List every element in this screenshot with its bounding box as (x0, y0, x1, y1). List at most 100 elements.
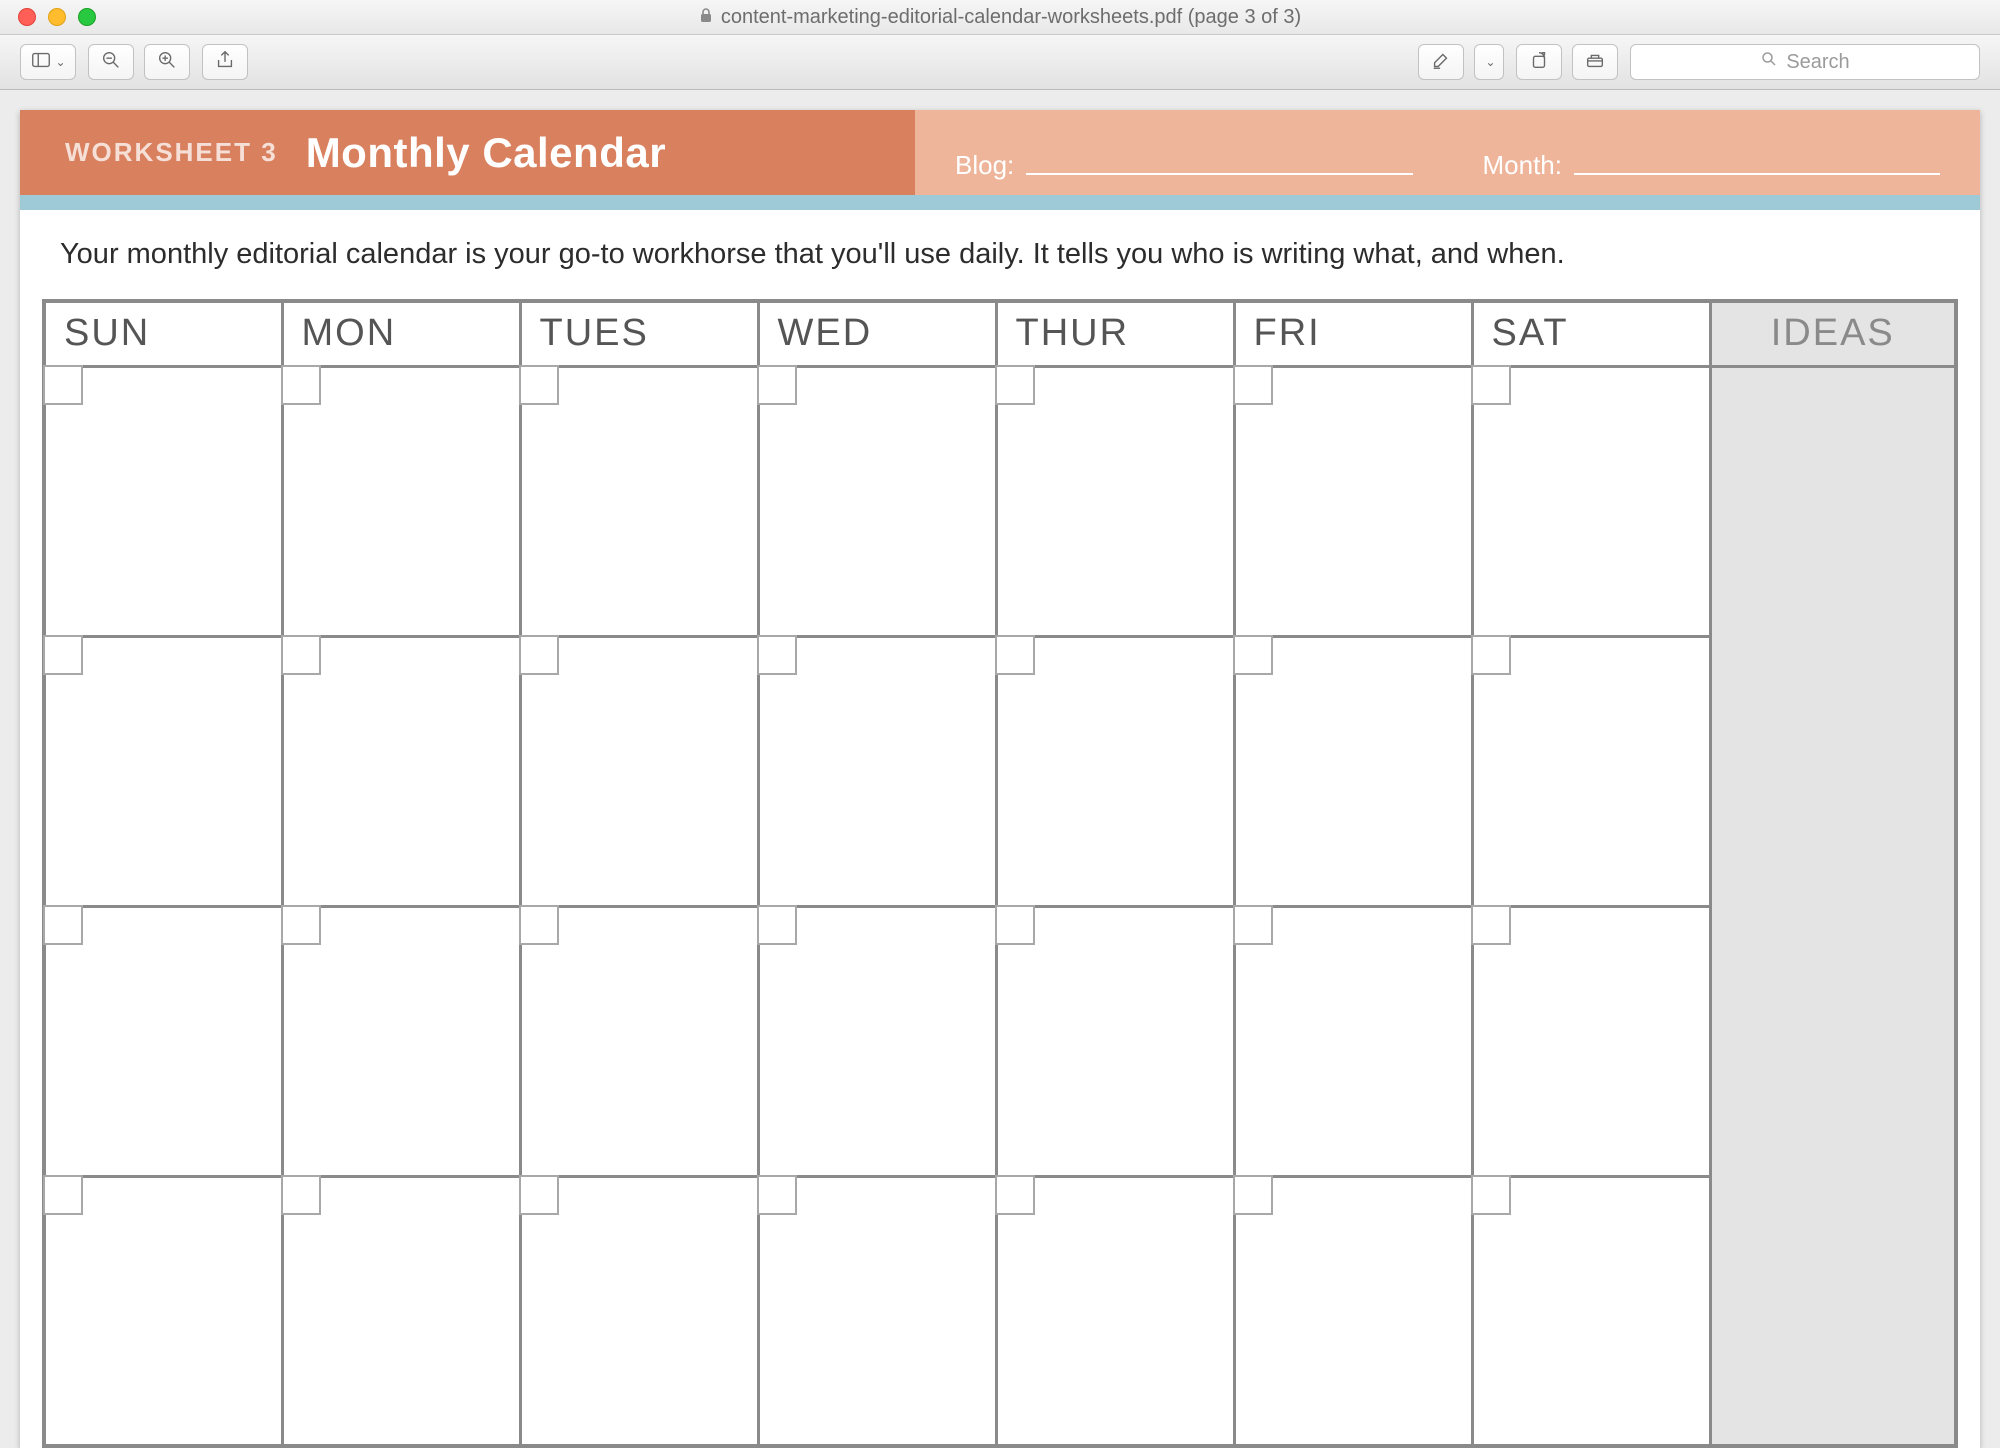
calendar-wrapper: SUN MON TUES WED THUR FRI SAT IDEAS (20, 299, 1980, 1448)
date-number-box (43, 365, 83, 405)
month-label: Month: (1483, 150, 1563, 181)
search-placeholder: Search (1786, 51, 1849, 74)
day-header: THUR (996, 301, 1234, 366)
page-title: Monthly Calendar (306, 129, 666, 177)
calendar-cell (520, 636, 758, 906)
calendar-row (44, 366, 1956, 636)
window-titlebar: content-marketing-editorial-calendar-wor… (0, 0, 2000, 35)
calendar-cell (1234, 636, 1472, 906)
calendar-cell (282, 366, 520, 636)
calendar-cell (1234, 906, 1472, 1176)
calendar-cell (996, 906, 1234, 1176)
month-field: Month: (1483, 150, 1941, 181)
calendar-body (44, 366, 1956, 1446)
calendar-cell (1472, 906, 1710, 1176)
search-icon (1760, 50, 1778, 74)
day-header: SAT (1472, 301, 1710, 366)
date-number-box (1233, 1175, 1273, 1215)
document-viewport[interactable]: WORKSHEET 3 Monthly Calendar Blog: Month… (0, 90, 2000, 1448)
worksheet-label: WORKSHEET 3 (65, 137, 278, 168)
calendar-grid: SUN MON TUES WED THUR FRI SAT IDEAS (42, 299, 1958, 1448)
calendar-cell (758, 906, 996, 1176)
day-header: WED (758, 301, 996, 366)
window-title-text: content-marketing-editorial-calendar-wor… (721, 6, 1301, 29)
fullscreen-window-button[interactable] (78, 8, 96, 26)
zoom-in-icon (156, 49, 178, 76)
search-input[interactable]: Search (1630, 44, 1980, 80)
rotate-button[interactable] (1516, 44, 1562, 80)
calendar-header-row: SUN MON TUES WED THUR FRI SAT IDEAS (44, 301, 1956, 366)
date-number-box (43, 1175, 83, 1215)
zoom-in-button[interactable] (144, 44, 190, 80)
minimize-window-button[interactable] (48, 8, 66, 26)
date-number-box (519, 1175, 559, 1215)
page-description: Your monthly editorial calendar is your … (20, 210, 1980, 299)
date-number-box (995, 365, 1035, 405)
toolbox-icon (1584, 49, 1606, 76)
date-number-box (995, 905, 1035, 945)
date-number-box (519, 635, 559, 675)
date-number-box (1233, 905, 1273, 945)
calendar-cell (758, 636, 996, 906)
date-number-box (1471, 635, 1511, 675)
close-window-button[interactable] (18, 8, 36, 26)
calendar-cell (520, 1176, 758, 1446)
sidebar-icon (30, 49, 52, 76)
calendar-cell (520, 366, 758, 636)
ideas-cell (1710, 366, 1956, 1446)
calendar-cell (44, 906, 282, 1176)
calendar-cell (996, 636, 1234, 906)
date-number-box (995, 635, 1035, 675)
window-title: content-marketing-editorial-calendar-wor… (0, 6, 2000, 29)
date-number-box (1471, 1175, 1511, 1215)
calendar-cell (1472, 366, 1710, 636)
day-header: TUES (520, 301, 758, 366)
date-number-box (281, 635, 321, 675)
date-number-box (43, 905, 83, 945)
lock-icon (699, 6, 713, 29)
traffic-lights (0, 8, 96, 26)
day-header: MON (282, 301, 520, 366)
calendar-cell (758, 366, 996, 636)
blog-fill-line (1026, 173, 1412, 175)
calendar-cell (44, 366, 282, 636)
date-number-box (757, 635, 797, 675)
sidebar-toggle-button[interactable]: ⌄ (20, 44, 76, 80)
calendar-cell (44, 1176, 282, 1446)
calendar-row (44, 906, 1956, 1176)
blog-label: Blog: (955, 150, 1014, 181)
date-number-box (281, 365, 321, 405)
date-number-box (995, 1175, 1035, 1215)
calendar-row (44, 1176, 1956, 1446)
chevron-down-icon: ⌄ (1485, 55, 1495, 69)
calendar-cell (282, 1176, 520, 1446)
page-banner: WORKSHEET 3 Monthly Calendar Blog: Month… (20, 110, 1980, 195)
date-number-box (519, 365, 559, 405)
month-fill-line (1574, 173, 1940, 175)
date-number-box (1471, 905, 1511, 945)
markup-button[interactable] (1572, 44, 1618, 80)
highlight-dropdown-button[interactable]: ⌄ (1474, 44, 1504, 80)
date-number-box (281, 905, 321, 945)
calendar-cell (1234, 366, 1472, 636)
pdf-page: WORKSHEET 3 Monthly Calendar Blog: Month… (20, 110, 1980, 1448)
highlight-button[interactable] (1418, 44, 1464, 80)
calendar-cell (1472, 636, 1710, 906)
calendar-cell (1234, 1176, 1472, 1446)
share-button[interactable] (202, 44, 248, 80)
calendar-cell (996, 366, 1234, 636)
toolbar: ⌄ ⌄ (0, 35, 2000, 90)
date-number-box (519, 905, 559, 945)
date-number-box (757, 905, 797, 945)
calendar-cell (520, 906, 758, 1176)
calendar-cell (282, 906, 520, 1176)
banner-left: WORKSHEET 3 Monthly Calendar (20, 110, 915, 195)
rotate-icon (1528, 49, 1550, 76)
date-number-box (43, 635, 83, 675)
zoom-out-button[interactable] (88, 44, 134, 80)
date-number-box (1471, 365, 1511, 405)
calendar-cell (282, 636, 520, 906)
date-number-box (1233, 365, 1273, 405)
date-number-box (1233, 635, 1273, 675)
day-header: FRI (1234, 301, 1472, 366)
